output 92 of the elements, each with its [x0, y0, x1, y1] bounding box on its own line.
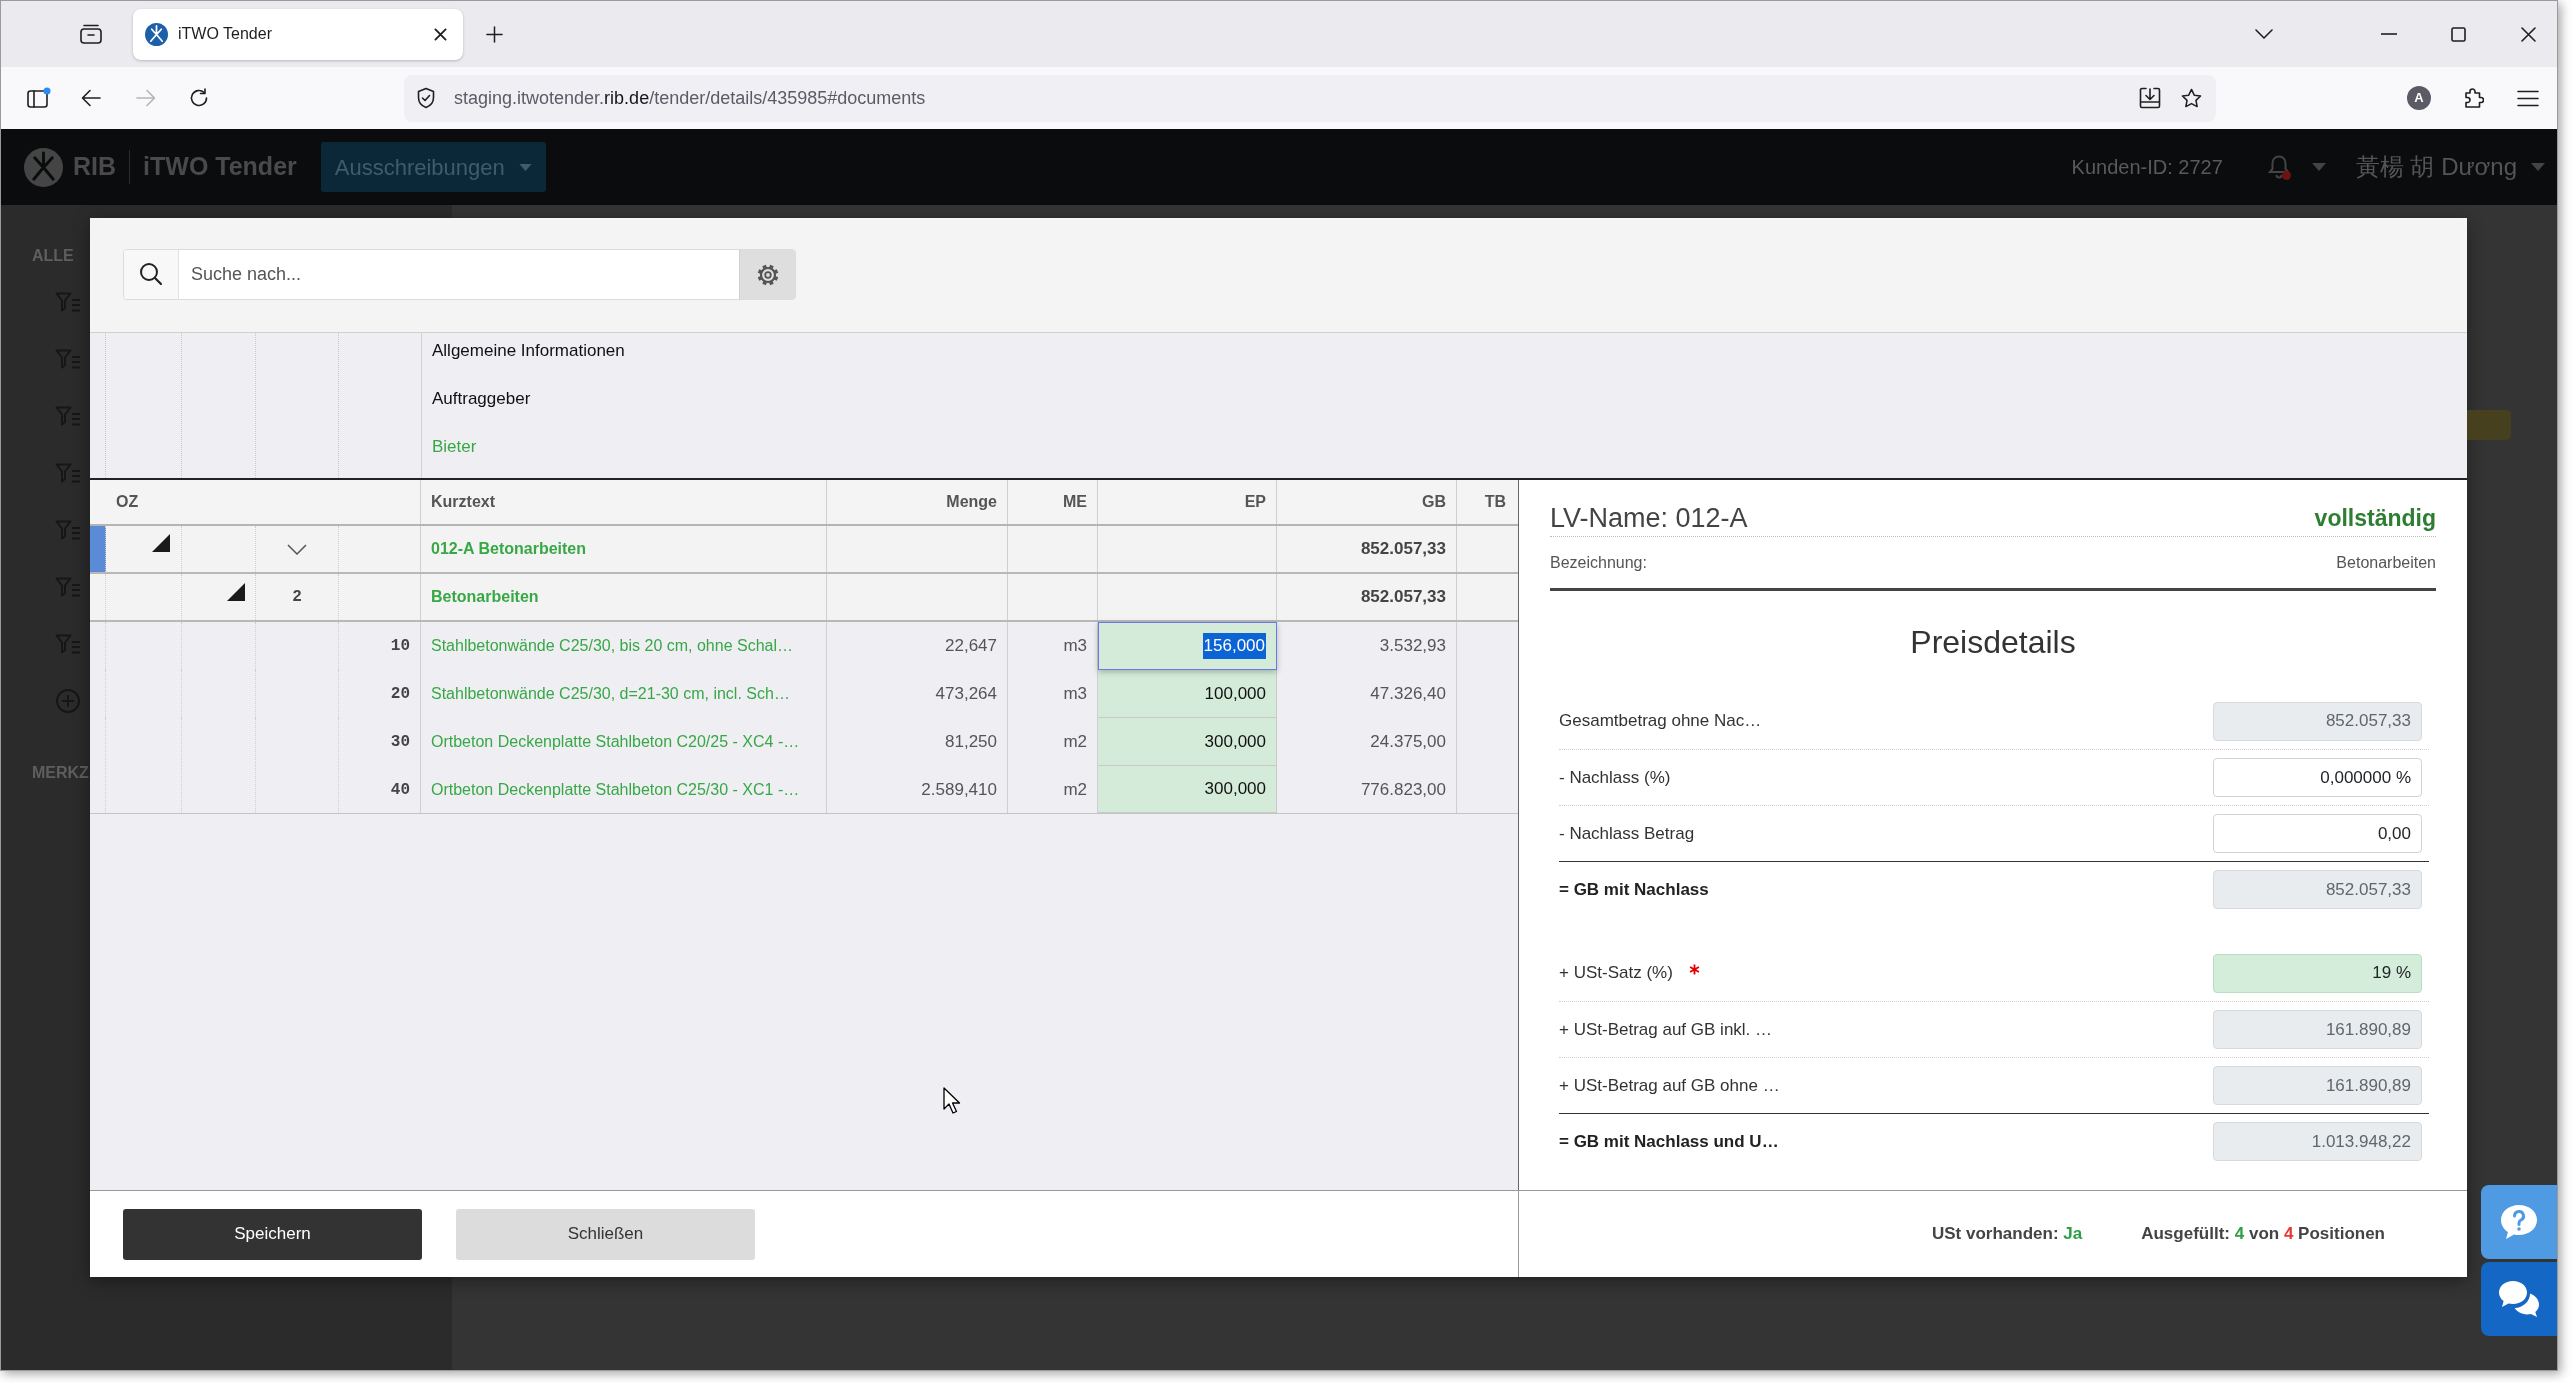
price-input[interactable]: 100,000	[1098, 670, 1277, 718]
shield-icon	[416, 87, 436, 109]
field-label: Bezeichnung:	[1550, 552, 1647, 573]
profile-avatar[interactable]: A	[2407, 86, 2431, 110]
table-cell-text: 3.532,93	[1379, 635, 1446, 658]
save-button[interactable]: Speichern	[123, 1208, 422, 1260]
settings-button[interactable]	[739, 250, 795, 299]
triangle-icon[interactable]	[152, 534, 170, 552]
position-number: 10	[390, 636, 410, 657]
section-title: Preisdetails	[1910, 623, 2076, 662]
chevron-down-icon[interactable]	[287, 543, 307, 555]
table-cell-text: 24.375,00	[1370, 731, 1446, 754]
panel-title: LV-Name: 012-A	[1550, 501, 1748, 535]
value-field: 161.890,89	[2213, 1010, 2422, 1049]
table-cell-text: m3	[1063, 635, 1087, 658]
table-cell-text: 22,647	[945, 635, 997, 658]
value-field[interactable]: 19 %	[2213, 953, 2422, 993]
table-cell-text: 473,264	[935, 683, 997, 706]
table-cell-text: 852.057,33	[1360, 586, 1446, 609]
field-label: Gesamtbetrag ohne Nac…	[1559, 710, 1762, 733]
download-icon[interactable]	[2139, 87, 2161, 109]
settings-icon	[755, 262, 780, 287]
help-button[interactable]	[2481, 1185, 2557, 1259]
menu-icon[interactable]	[2517, 89, 2539, 107]
position-number: 40	[390, 779, 410, 801]
puzzle-icon[interactable]	[2462, 87, 2484, 109]
column-header: EP	[1098, 480, 1277, 524]
star-icon[interactable]	[2181, 88, 2202, 108]
logo-icon	[145, 22, 168, 46]
column-header: Kurztext	[421, 480, 827, 524]
column-header: GB	[1277, 480, 1457, 524]
value-field[interactable]: 0,00	[2213, 814, 2422, 853]
field-label: - Nachlass Betrag	[1559, 822, 1695, 845]
back-arrow-icon[interactable]	[81, 89, 101, 107]
chat-button[interactable]	[2481, 1262, 2557, 1336]
value-field: 852.057,33	[2213, 870, 2422, 909]
section-link[interactable]: Allgemeine Informationen	[432, 333, 625, 369]
logo-icon	[24, 147, 63, 187]
table-cell-text: 2.589,410	[921, 778, 997, 801]
sidebar-icon[interactable]	[27, 87, 51, 109]
price-input[interactable]: 156,000	[1098, 622, 1277, 670]
chat-bubbles-icon	[2497, 1279, 2541, 1319]
field-label: + USt-Betrag auf GB ohne …	[1559, 1074, 1780, 1097]
field-label: = GB mit Nachlass	[1559, 878, 1709, 901]
reload-icon[interactable]	[189, 88, 209, 108]
customer-id: Kunden-ID: 2727	[2071, 155, 2223, 180]
badge-fragment	[2467, 410, 2511, 440]
value-field: 852.057,33	[2213, 701, 2422, 741]
triangle-icon[interactable]	[227, 583, 245, 601]
value-field: 161.890,89	[2213, 1066, 2422, 1105]
tab-list-icon[interactable]	[80, 24, 102, 44]
caret-down-icon	[518, 163, 532, 171]
value-field: 1.013.948,22	[2213, 1122, 2422, 1161]
plus-icon[interactable]	[486, 25, 503, 43]
chevron-down-icon[interactable]	[2255, 29, 2273, 39]
status-label: vollständig	[2314, 503, 2436, 533]
field-label: + USt-Satz (%)	[1559, 962, 1673, 985]
search-field[interactable]: Suche nach...	[178, 250, 739, 299]
section-link[interactable]: Auftraggeber	[432, 381, 531, 417]
mouse-pointer-icon	[943, 1087, 961, 1115]
column-header: Menge	[827, 480, 1008, 524]
address-bar[interactable]: staging.itwotender.rib.de/tender/details/435985#documents	[404, 74, 2216, 122]
column-header: OZ	[90, 480, 421, 524]
brand-name: RIB	[73, 151, 117, 183]
table-cell-text: m2	[1063, 731, 1087, 754]
field-value: Betonarbeiten	[2336, 552, 2436, 573]
close-button[interactable]: Schließen	[456, 1208, 755, 1260]
app-title: iTWO Tender	[143, 151, 297, 183]
price-input[interactable]: 300,000	[1098, 766, 1277, 813]
table-cell-text: 852.057,33	[1360, 538, 1446, 561]
close-icon[interactable]	[2521, 26, 2536, 42]
position-number: 20	[390, 684, 410, 705]
column-header: ME	[1008, 480, 1098, 524]
table-cell-text: 81,250	[945, 731, 997, 754]
table-cell-text: 47.326,40	[1370, 683, 1446, 706]
field-label: + USt-Betrag auf GB inkl. …	[1559, 1018, 1773, 1041]
position-number: 2	[292, 587, 302, 608]
table-cell-text: 776.823,00	[1360, 778, 1446, 801]
position-number: 30	[390, 732, 410, 753]
column-header: TB	[1483, 492, 1507, 512]
close-icon[interactable]	[434, 27, 447, 41]
table-cell-text: m3	[1063, 683, 1087, 706]
vat-status: USt vorhanden: Ja	[1932, 1223, 2083, 1246]
browser-tab[interactable]: iTWO Tender	[133, 8, 463, 60]
value-field[interactable]: 0,000000 %	[2213, 758, 2422, 797]
maximize-icon[interactable]	[2451, 26, 2466, 42]
field-label: = GB mit Nachlass und U…	[1559, 1130, 1779, 1153]
table-cell-text: m2	[1063, 778, 1087, 801]
question-bubble-icon	[2499, 1203, 2539, 1241]
price-input[interactable]: 300,000	[1098, 718, 1277, 766]
field-label: - Nachlass (%)	[1559, 766, 1671, 789]
progress-status: Ausgefüllt: 4 von 4 Positionen	[2141, 1223, 2385, 1246]
